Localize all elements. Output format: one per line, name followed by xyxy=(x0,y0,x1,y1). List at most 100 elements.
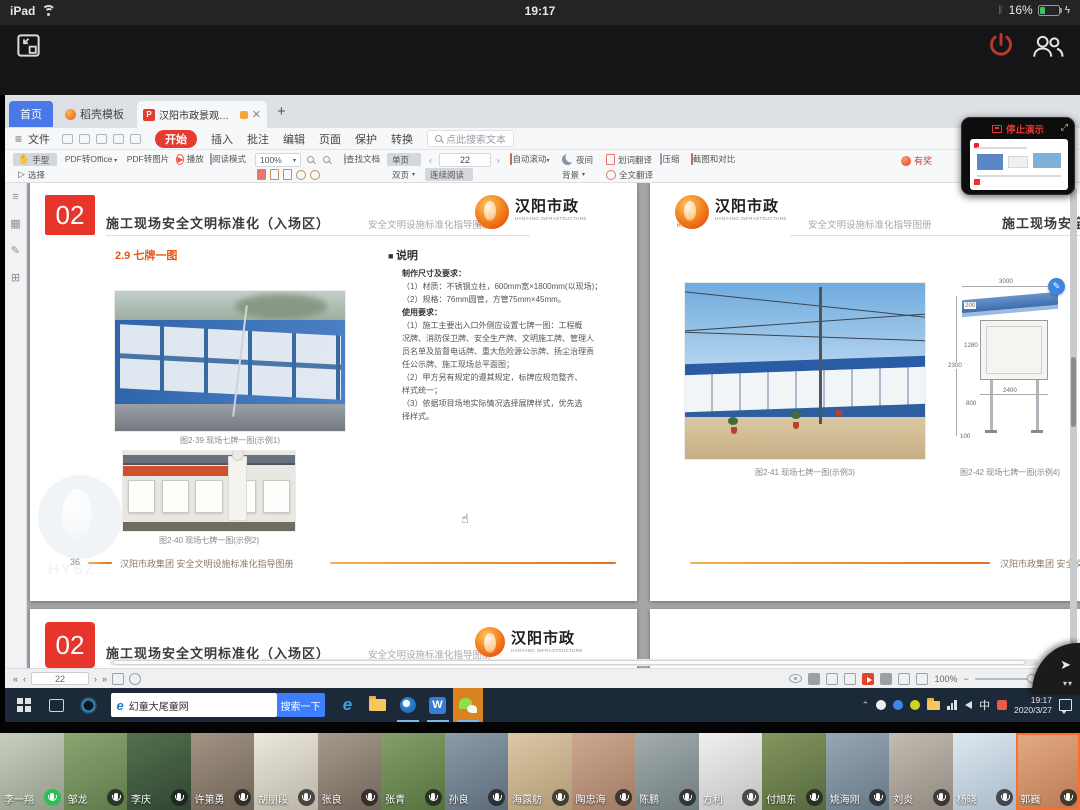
annotate-icon[interactable]: ✎ xyxy=(11,244,20,257)
save-icon[interactable] xyxy=(79,134,90,144)
start-button[interactable] xyxy=(17,698,31,712)
menu-item[interactable]: 开始 xyxy=(155,130,197,148)
participant-tile[interactable]: 张青 xyxy=(381,733,445,810)
eye-protection-icon[interactable] xyxy=(789,674,802,683)
mic-icon[interactable] xyxy=(361,789,378,806)
fit-width-icon[interactable] xyxy=(880,673,892,685)
full-translate-button[interactable]: 全文翻译 xyxy=(601,168,653,181)
hand-tool-button[interactable]: ✋手型 xyxy=(13,153,57,166)
background-button[interactable]: 背景▾ xyxy=(557,168,595,181)
zoom-select[interactable]: 100%▾ xyxy=(255,153,301,167)
last-page-icon[interactable]: » xyxy=(102,674,107,684)
mic-icon[interactable] xyxy=(298,789,315,806)
participant-tile[interactable]: 郭巍 xyxy=(1016,733,1080,810)
menu-item[interactable]: 页面 xyxy=(319,131,341,147)
tray-app-icon-2[interactable] xyxy=(893,700,903,710)
participants-button[interactable] xyxy=(1030,33,1066,64)
ime-indicator[interactable]: 中 xyxy=(979,697,990,713)
horizontal-scrollbar[interactable] xyxy=(110,659,1038,666)
menu-item[interactable]: 编辑 xyxy=(283,131,305,147)
mic-icon[interactable] xyxy=(552,789,569,806)
mic-icon[interactable] xyxy=(869,789,886,806)
participant-tile[interactable]: 付旭东 xyxy=(762,733,826,810)
fit-page-icon[interactable] xyxy=(898,673,910,685)
taskbar-clock[interactable]: 19:172020/3/27 xyxy=(1014,695,1052,715)
pdf-page-left[interactable]: 02 施工现场安全文明标准化（入场区） 安全文明设施标准化指导图册 HYSZ 汉… xyxy=(30,183,637,601)
taskbar-search-box[interactable]: e 幻童大尾童网 xyxy=(111,693,277,717)
screen-share-float-window[interactable]: 停止演示 ⤢ xyxy=(961,117,1075,195)
new-tab-button[interactable]: + xyxy=(277,103,286,120)
pdf-page-right[interactable]: HYSZ 汉阳市政 HANYANG INFRASTRUCTURE 安全文明设施标… xyxy=(650,183,1080,601)
page-bg-options[interactable] xyxy=(257,169,320,180)
horizontal-scrollbar-thumb[interactable] xyxy=(113,660,1025,665)
hamburger-icon[interactable]: ≡ xyxy=(15,132,22,146)
tray-app-icon-4[interactable] xyxy=(997,700,1007,710)
redo-icon[interactable] xyxy=(130,134,141,144)
tray-folder-icon[interactable] xyxy=(927,701,940,710)
zoom-slider[interactable] xyxy=(975,678,1041,680)
action-center-icon[interactable] xyxy=(1059,699,1072,711)
participant-tile[interactable]: 方利 xyxy=(699,733,763,810)
floating-annotation-icon[interactable]: ✎ xyxy=(1048,278,1065,295)
add-bookmark-icon[interactable] xyxy=(112,673,124,685)
close-tab-icon[interactable]: ✕ xyxy=(252,108,261,121)
select-tool-button[interactable]: ▷选择 xyxy=(13,168,57,181)
menu-item[interactable]: 保护 xyxy=(355,131,377,147)
night-mode-button[interactable]: 夜间 xyxy=(557,153,595,166)
compress-button[interactable]: 压缩 xyxy=(657,153,683,165)
prev-page-icon[interactable]: ‹ xyxy=(23,674,26,684)
vertical-scrollbar[interactable] xyxy=(1070,187,1077,657)
mic-icon[interactable] xyxy=(806,789,823,806)
mic-icon[interactable] xyxy=(615,789,632,806)
minimize-share-icon[interactable] xyxy=(15,32,42,64)
pdf-to-office-button[interactable]: PDF转Office ▾ xyxy=(63,153,119,165)
single-page-button[interactable]: 单页 xyxy=(387,153,421,166)
double-page-view-icon[interactable] xyxy=(826,673,838,685)
promo-badge[interactable]: 有奖 xyxy=(901,154,932,167)
quick-access-icons[interactable] xyxy=(62,134,141,144)
double-page-button[interactable]: 双页▾ xyxy=(387,168,421,181)
mic-icon[interactable] xyxy=(44,789,61,806)
pdf-side-panel[interactable]: ≡ ▦ ✎ ⊞ xyxy=(5,183,27,668)
pdf-to-image-button[interactable]: PDF转图片 xyxy=(123,153,173,165)
mic-icon[interactable] xyxy=(488,789,505,806)
word-translate-button[interactable]: 划词翻译 xyxy=(601,153,653,166)
auto-scroll-button[interactable]: 自动滚动▾ xyxy=(509,153,551,165)
zoom-out-icon[interactable] xyxy=(307,155,314,165)
rotate-page-icon[interactable] xyxy=(129,673,141,685)
page-number-input[interactable]: 22 xyxy=(439,153,491,167)
prev-page-icon[interactable]: ‹ xyxy=(429,155,432,165)
print-icon[interactable] xyxy=(96,134,107,144)
read-mode-button[interactable]: 阅读模式 xyxy=(207,153,249,165)
taskbar-wechat-icon[interactable] xyxy=(453,688,483,722)
mic-icon[interactable] xyxy=(1060,789,1077,806)
tab-home[interactable]: 首页 xyxy=(9,101,53,127)
cortana-icon[interactable] xyxy=(80,697,97,714)
book-view-icon[interactable] xyxy=(844,673,856,685)
participant-tile[interactable]: 李庆 xyxy=(127,733,191,810)
participant-tile[interactable]: 孙良 xyxy=(445,733,509,810)
first-page-icon[interactable]: « xyxy=(13,674,18,684)
participant-tile[interactable]: 李一翔 xyxy=(0,733,64,810)
taskbar-edge-icon[interactable]: e xyxy=(333,688,363,722)
menu-file[interactable]: 文件 xyxy=(28,131,50,147)
mic-icon[interactable] xyxy=(742,789,759,806)
taskbar-wps-icon[interactable]: W xyxy=(423,688,453,722)
participant-tile[interactable]: 刘炎 xyxy=(889,733,953,810)
next-page-icon[interactable]: › xyxy=(497,155,500,165)
document-search-box[interactable]: 点此搜索文本 xyxy=(427,130,514,147)
play-slideshow-icon[interactable] xyxy=(862,673,874,685)
play-button[interactable]: ▶ 播放 xyxy=(175,153,205,166)
taskbar-search-button[interactable]: 搜索一下 xyxy=(277,693,325,717)
menu-item[interactable]: 批注 xyxy=(247,131,269,147)
zoom-minus-icon[interactable]: − xyxy=(963,674,968,684)
menu-item[interactable]: 插入 xyxy=(211,131,233,147)
undo-icon[interactable] xyxy=(113,134,124,144)
mic-icon[interactable] xyxy=(234,789,251,806)
tab-template[interactable]: 稻壳模板 xyxy=(59,101,137,127)
participant-tile[interactable]: 姚海刚 xyxy=(826,733,890,810)
participant-tile[interactable]: 海露舫 xyxy=(508,733,572,810)
tray-expand-icon[interactable]: ⌃ xyxy=(862,700,870,711)
participant-tile[interactable]: 邹龙 xyxy=(64,733,128,810)
volume-icon[interactable] xyxy=(965,701,972,709)
